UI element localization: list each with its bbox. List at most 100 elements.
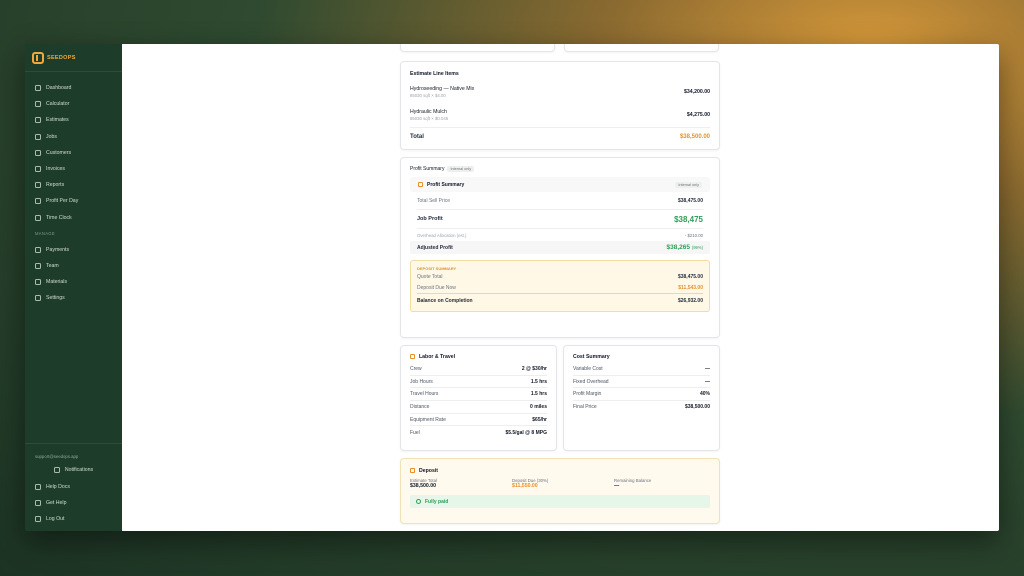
card-title: Labor & Travel — [419, 354, 456, 360]
quote-total-row: Quote Total $38,475.00 — [417, 271, 703, 282]
cost-row: Fixed Overhead — — [573, 376, 710, 389]
leaf-icon — [35, 279, 41, 286]
profit-summary-card: Profit Summary Internal only Profit Summa… — [400, 157, 720, 338]
adjusted-profit-row: Adjusted Profit $38,265 (99%) — [410, 241, 710, 254]
users-icon — [35, 149, 41, 156]
wallet-icon — [410, 468, 415, 474]
sidebar-item-label: Estimates — [46, 117, 69, 124]
support-email[interactable]: support@seedops.app — [25, 450, 122, 462]
total-label: Total — [410, 134, 424, 140]
cost-row: Variable Cost — — [573, 363, 710, 376]
line-item-name: Hydraulic Mulch — [410, 109, 447, 115]
estimate-line-items-card: Estimate Line Items Hydroseeding — Nativ… — [400, 61, 720, 150]
job-profit-value: $38,475 — [674, 214, 703, 224]
app-window: SEEDOPS Dashboard Calculator Estimates J… — [25, 44, 999, 531]
sidebar-item-profit-per-day[interactable]: Profit Per Day — [25, 193, 122, 209]
main-content: Estimate Line Items Hydroseeding — Nativ… — [122, 44, 999, 531]
line-item-row: Hydroseeding — Native Mix 85030 sqft × $… — [410, 86, 710, 98]
overhead-value: - $210.00 — [684, 232, 703, 238]
logout-icon — [35, 515, 41, 522]
card-title: Deposit — [419, 468, 439, 474]
fully-paid-status: Fully paid — [410, 495, 710, 508]
sidebar-item-label: Help Docs — [46, 483, 70, 490]
sidebar-item-label: Dashboard — [46, 85, 72, 92]
profit-summary-header[interactable]: Profit Summary Internal only — [410, 177, 710, 192]
sidebar-item-label: Materials — [46, 279, 68, 286]
sidebar-item-label: Team — [46, 262, 59, 269]
remaining-balance-value: — — [614, 483, 620, 489]
notifications-button[interactable]: Notifications — [25, 462, 122, 478]
sidebar-item-jobs[interactable]: Jobs — [25, 129, 122, 145]
status-text: Fully paid — [425, 498, 449, 505]
sidebar-item-time-clock[interactable]: Time Clock — [25, 210, 122, 226]
dollar-icon — [418, 181, 423, 187]
briefcase-icon — [35, 133, 41, 140]
sidebar-item-reports[interactable]: Reports — [25, 177, 122, 193]
sidebar-item-label: Time Clock — [46, 214, 72, 221]
calculator-icon — [35, 101, 41, 108]
inner-title: Profit Summary — [427, 181, 465, 188]
truck-icon — [410, 354, 415, 360]
adjusted-profit-percent: (99%) — [691, 245, 703, 250]
document-icon — [35, 117, 41, 124]
balance-label: Balance on Completion — [417, 297, 473, 304]
total-value: $38,500.00 — [679, 134, 710, 140]
deposit-due-value: $11,550.00 — [512, 483, 538, 489]
sidebar-item-team[interactable]: Team — [25, 258, 122, 274]
sidebar: SEEDOPS Dashboard Calculator Estimates J… — [25, 44, 122, 531]
help-docs-link[interactable]: Help Docs — [25, 478, 122, 494]
nav-section-manage: MANAGE — [35, 231, 55, 237]
internal-only-badge: Internal only — [447, 166, 475, 172]
card-stub-right — [564, 44, 719, 52]
card-title: Profit Summary Internal only — [410, 166, 710, 172]
labor-row: Equipment Rate $65/hr — [410, 414, 547, 427]
book-icon — [35, 483, 41, 490]
sidebar-item-calculator[interactable]: Calculator — [25, 96, 122, 112]
card-title: Cost Summary — [573, 354, 610, 360]
sidebar-item-label: Log Out — [46, 515, 65, 522]
sidebar-item-label: Invoices — [46, 166, 66, 173]
gear-icon — [35, 295, 41, 302]
job-profit-row: Job Profit $38,475 — [417, 210, 703, 228]
seedops-logo-icon — [32, 51, 44, 64]
cost-summary-card: Cost Summary Variable Cost — Fixed Overhe… — [563, 345, 720, 451]
sidebar-item-materials[interactable]: Materials — [25, 274, 122, 290]
team-icon — [35, 262, 41, 269]
clock-icon — [35, 214, 41, 221]
cost-row: Profit Margin 40% — [573, 388, 710, 402]
sidebar-item-label: Settings — [46, 295, 65, 302]
sidebar-item-payments[interactable]: Payments — [25, 242, 122, 258]
adjusted-profit-label: Adjusted Profit — [417, 244, 453, 251]
quote-total-label: Quote Total — [417, 273, 443, 280]
brand[interactable]: SEEDOPS — [25, 44, 122, 72]
check-circle-icon — [416, 499, 421, 504]
log-out-button[interactable]: Log Out — [25, 511, 122, 527]
get-help-link[interactable]: Get Help — [25, 495, 122, 511]
sidebar-item-invoices[interactable]: Invoices — [25, 161, 122, 177]
dashboard-icon — [35, 85, 41, 92]
sidebar-item-customers[interactable]: Customers — [25, 145, 122, 161]
sell-price-row: Total Sell Price $38,475.00 — [417, 192, 703, 209]
deposit-due-row: Deposit Due Now $11,543.00 — [417, 282, 703, 293]
balance-value: $26,932.00 — [677, 297, 703, 304]
line-item-row: Hydraulic Mulch 85030 sqft × $0.045 $4,2… — [410, 109, 710, 121]
overhead-label: Overhead Allocation (est.) — [417, 232, 467, 238]
internal-only-badge: Internal only — [675, 181, 702, 188]
bell-icon — [53, 467, 60, 474]
cost-row: Final Price $38,500.00 — [573, 404, 710, 411]
card-icon — [35, 246, 41, 253]
sidebar-item-settings[interactable]: Settings — [25, 290, 122, 306]
overhead-row: Overhead Allocation (est.) - $210.00 — [417, 229, 703, 241]
labor-row: Job Hours 1.5 hrs — [410, 376, 547, 389]
quote-total-value: $38,475.00 — [677, 273, 703, 280]
sell-price-label: Total Sell Price — [417, 197, 451, 204]
card-stub-left — [400, 44, 555, 52]
sidebar-item-estimates[interactable]: Estimates — [25, 112, 122, 128]
labor-row: Crew 2 @ $30/hr — [410, 363, 547, 376]
invoice-icon — [35, 166, 41, 173]
trend-icon — [35, 198, 41, 205]
line-item-amount: $34,200.00 — [684, 89, 710, 95]
sidebar-item-dashboard[interactable]: Dashboard — [25, 80, 122, 96]
labor-row: Fuel $5.5/gal @ 8 MPG — [410, 429, 547, 436]
line-items-total-row: Total $38,500.00 — [410, 134, 710, 140]
